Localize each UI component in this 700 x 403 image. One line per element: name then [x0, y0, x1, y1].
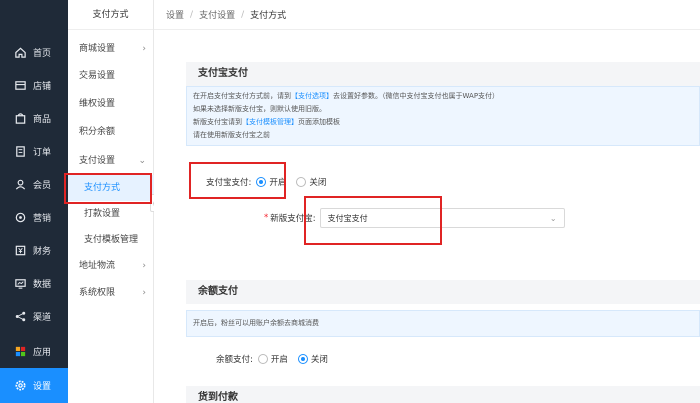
breadcrumb-item[interactable]: 设置: [166, 8, 184, 21]
store-icon: [13, 79, 27, 93]
section-title: 余额支付: [186, 280, 700, 304]
info-text: 新版支付宝请到: [193, 118, 242, 126]
goods-icon: [13, 112, 27, 126]
subnav-label: 积分余额: [79, 127, 116, 137]
subnav-item-address-logistics[interactable]: 地址物流 ›: [68, 253, 154, 279]
nav-item-label: 设置: [33, 382, 52, 392]
info-text: 请在使用新版支付宝之前: [193, 131, 270, 139]
alipay-section: 支付宝支付 在开启支付宝支付方式前，请到【支付选项】去设置好参数。（微信中支付宝…: [186, 62, 700, 146]
nav-item-label: 财务: [33, 247, 52, 257]
nav-item-label: 订单: [33, 148, 52, 158]
chevron-down-icon: ⌄: [549, 213, 557, 223]
nav-item-label: 渠道: [33, 313, 52, 323]
breadcrumb-item[interactable]: 支付设置: [199, 8, 235, 21]
highlight-box: [189, 162, 286, 199]
info-text: 开启后，粉丝可以用账户余额去商城消费: [193, 319, 319, 327]
balance-info-box: 开启后，粉丝可以用账户余额去商城消费: [186, 310, 700, 337]
subnav-label: 打款设置: [84, 209, 121, 219]
finance-icon: [13, 244, 27, 258]
nav-item-label: 数据: [33, 280, 52, 290]
nav-item-finance[interactable]: 财务: [0, 234, 68, 267]
home-icon: [13, 46, 27, 60]
section-title: 货到付款: [186, 386, 700, 403]
main-nav: 首页 店铺 商品 订单 会员 营销 财务 数据 渠道 应用 设置: [0, 0, 68, 403]
highlight-box: [304, 196, 442, 245]
nav-item-marketing[interactable]: 营销: [0, 201, 68, 234]
chevron-right-icon: ›: [142, 288, 146, 298]
highlight-box: [64, 173, 152, 204]
nav-item-apps[interactable]: 应用: [0, 335, 68, 368]
data-icon: [13, 277, 27, 291]
alipay-info-box: 在开启支付宝支付方式前，请到【支付选项】去设置好参数。（微信中支付宝支付也属于W…: [186, 86, 700, 146]
required-mark: *: [264, 213, 269, 223]
subnav-item-mall-settings[interactable]: 商城设置 ›: [68, 36, 154, 62]
settings-icon: [13, 379, 27, 393]
subnav-label: 交易设置: [79, 71, 116, 81]
radio-label: 关闭: [309, 178, 327, 188]
breadcrumb-separator: /: [190, 9, 194, 20]
nav-item-channel[interactable]: 渠道: [0, 300, 68, 333]
breadcrumb-separator: /: [241, 9, 245, 20]
radio-label: 关闭: [310, 355, 328, 365]
nav-item-settings[interactable]: 设置: [0, 368, 68, 403]
nav-item-data[interactable]: 数据: [0, 267, 68, 300]
nav-item-goods[interactable]: 商品: [0, 102, 68, 135]
subnav-item-remit-settings[interactable]: 打款设置: [68, 201, 154, 227]
balance-on-radio[interactable]: [257, 354, 268, 364]
info-text: 去设置好参数。（微信中支付宝支付也属于WAP支付）: [333, 92, 500, 100]
nav-item-home[interactable]: 首页: [0, 36, 68, 69]
cod-section: 货到付款: [186, 386, 700, 403]
subnav-label: 支付模板管理: [84, 235, 139, 245]
nav-item-label: 会员: [33, 181, 52, 191]
chevron-right-icon: ›: [142, 261, 146, 271]
subnav-item-payment-settings[interactable]: 支付设置 ⌄: [68, 148, 154, 174]
channel-icon: [13, 310, 27, 324]
alipay-off-radio[interactable]: [296, 177, 307, 187]
payment-options-link[interactable]: 【支付选项】: [291, 92, 333, 100]
balance-toggle-label: 余额支付:: [216, 355, 253, 365]
subnav-item-system-permissions[interactable]: 系统权限 ›: [68, 280, 154, 306]
breadcrumb-current: 支付方式: [250, 11, 287, 21]
balance-off-radio[interactable]: [297, 354, 308, 364]
chevron-right-icon: ›: [142, 44, 146, 54]
subnav-label: 维权设置: [79, 99, 116, 109]
apps-icon: [13, 345, 27, 359]
nav-item-label: 营销: [33, 214, 52, 224]
subnav-title: 支付方式: [68, 0, 153, 30]
subnav-label: 支付设置: [79, 156, 116, 166]
subnav-label: 地址物流: [79, 261, 116, 271]
info-text: 页面添加模板: [298, 118, 340, 126]
nav-item-label: 商品: [33, 115, 52, 125]
nav-item-label: 首页: [33, 49, 52, 59]
nav-item-order[interactable]: 订单: [0, 135, 68, 168]
balance-toggle-row: 余额支付: 开启 关闭: [216, 353, 338, 365]
subnav-label: 商城设置: [79, 44, 116, 54]
nav-item-label: 应用: [33, 348, 52, 358]
subnav-item-rights-settings[interactable]: 维权设置: [68, 91, 154, 117]
chevron-down-icon: ⌄: [138, 156, 146, 166]
payment-template-link[interactable]: 【支付模板管理】: [242, 118, 298, 126]
subnav-item-trade-settings[interactable]: 交易设置: [68, 63, 154, 89]
subnav-item-points-balance[interactable]: 积分余额: [68, 119, 154, 145]
order-icon: [13, 145, 27, 159]
nav-item-member[interactable]: 会员: [0, 168, 68, 201]
section-title: 支付宝支付: [186, 62, 700, 86]
nav-item-label: 店铺: [33, 82, 52, 92]
subnav-item-payment-templates[interactable]: 支付模板管理: [68, 227, 154, 253]
breadcrumb: 设置 / 支付设置 / 支付方式: [154, 0, 700, 30]
marketing-icon: [13, 211, 27, 225]
info-text: 如果未选择新版支付宝，则默认使用旧版。: [193, 105, 326, 113]
nav-item-store[interactable]: 店铺: [0, 69, 68, 102]
balance-section: 余额支付 开启后，粉丝可以用账户余额去商城消费: [186, 280, 700, 337]
member-icon: [13, 178, 27, 192]
subnav-label: 系统权限: [79, 288, 116, 298]
info-text: 在开启支付宝支付方式前，请到: [193, 92, 291, 100]
radio-label: 开启: [270, 355, 288, 365]
